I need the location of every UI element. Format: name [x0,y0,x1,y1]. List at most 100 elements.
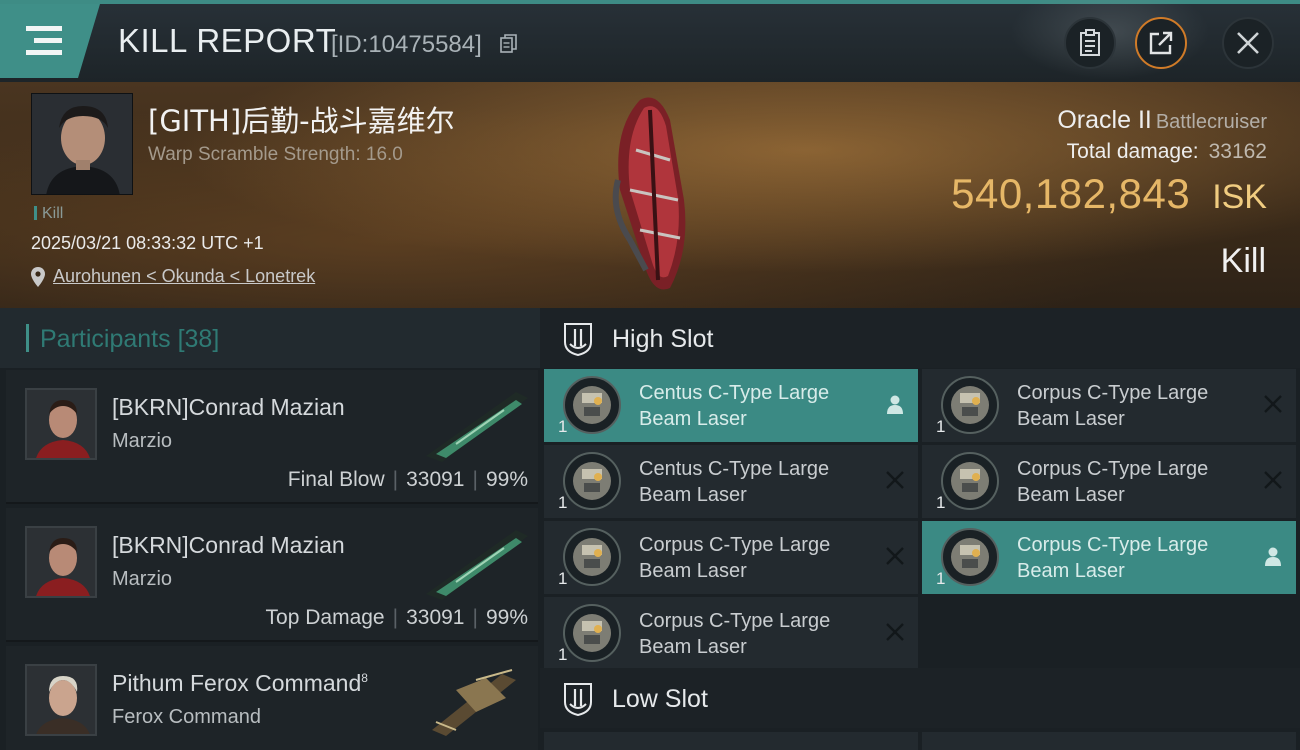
participants-header: Participants [38] [0,308,540,368]
location-text[interactable]: Aurohunen < Okunda < Lonetrek [53,266,315,287]
beam-laser-icon [563,452,621,510]
high-slot-header: High Slot [540,308,1300,368]
module-quantity: 1 [558,569,568,588]
location-pin-icon [31,266,45,287]
total-damage-value: 33162 [1208,140,1267,163]
module-name-line2: Beam Laser [1017,484,1125,506]
module-slot-partial[interactable] [922,732,1296,750]
module-name-line1: Corpus C-Type Large [1017,458,1209,480]
victim-portrait[interactable] [31,93,133,195]
header-bar: KILL REPORT [ID:10475584] [0,0,1300,82]
module-quantity: 1 [558,645,568,664]
module-name: Corpus C-Type Large Beam Laser [1017,380,1247,432]
module-quantity: 1 [936,417,946,436]
pilot-icon[interactable] [884,393,906,415]
total-damage: Total damage: 33162 [1067,140,1267,164]
beam-laser-icon [563,376,621,434]
isk-unit: ISK [1212,178,1267,216]
module-slot-partial[interactable] [544,732,918,750]
clipboard-button[interactable] [1064,17,1116,69]
menu-button[interactable] [0,4,100,78]
pilot-portrait-icon [27,528,95,596]
module-name-line2: Beam Laser [639,484,747,506]
participant-role: Final Blow [287,468,385,491]
module-slot[interactable]: 1 Corpus C-Type Large Beam Laser [922,369,1296,442]
participant-row[interactable]: [BKRN]Conrad Mazian Marzio Final Blow | 33… [6,370,538,504]
close-icon[interactable] [884,469,906,491]
kill-status: Kill [1220,242,1266,280]
module-name-line1: Centus C-Type Large [639,458,830,480]
close-icon[interactable] [1262,393,1284,415]
participant-avatar [25,388,97,460]
module-name-line1: Corpus C-Type Large [639,534,831,556]
module-name: Corpus C-Type Large Beam Laser [639,608,869,660]
beam-laser-icon [563,528,621,586]
close-button[interactable] [1222,17,1274,69]
participant-role: Top Damage [265,606,385,629]
participant-damage: 33091 [406,468,465,491]
victim-name[interactable]: [GITH]后勤-战斗嘉维尔 [148,98,455,140]
module-name: Centus C-Type Large Beam Laser [639,456,869,508]
participant-row[interactable]: Pithum Ferox Command8 Ferox Command [6,646,538,750]
pilot-portrait-icon [32,94,132,194]
low-slot-header: Low Slot [540,668,1300,728]
beam-laser-icon [941,528,999,586]
close-icon [1237,32,1259,54]
low-slot-icon [564,683,592,716]
copy-icon[interactable] [500,34,518,54]
participants-count: [38] [177,325,220,353]
hamburger-menu-icon [26,26,62,56]
beam-laser-icon [941,452,999,510]
isk-loss: 540,182,843 ISK [951,170,1267,218]
victim-summary: [GITH]后勤-战斗嘉维尔 Warp Scramble Strength: 1… [0,82,1300,308]
victim-ship-image [612,97,686,290]
module-name: Centus C-Type Large Beam Laser [639,380,869,432]
module-name-line1: Corpus C-Type Large [1017,382,1209,404]
participant-stats: Top Damage | 33091 | 99% [265,606,528,629]
module-quantity: 1 [936,569,946,588]
participants-label: Participants [40,325,171,353]
share-icon [1149,31,1173,55]
participants-accent-bar [26,324,29,352]
close-icon[interactable] [1262,469,1284,491]
module-slot[interactable]: 1 Centus C-Type Large Beam Laser [544,445,918,518]
participants-title: Participants [38] [40,325,219,354]
participant-name[interactable]: [BKRN]Conrad Mazian [112,532,345,559]
isk-value: 540,182,843 [951,170,1191,217]
module-name-line2: Beam Laser [1017,408,1125,430]
module-quantity: 1 [936,493,946,512]
fitting-panel: High Slot 1 Centus C-Type Large Beam Lase… [540,308,1300,750]
participant-name-text: Pithum Ferox Command [112,670,362,696]
participant-avatar [25,526,97,598]
clipboard-icon [1080,29,1100,56]
module-slot[interactable]: 1 Corpus C-Type Large Beam Laser [922,445,1296,518]
ship-name: Oracle II [1057,106,1152,134]
module-slot[interactable]: 1 Corpus C-Type Large Beam Laser [922,521,1296,594]
module-name-line2: Beam Laser [1017,560,1125,582]
kill-location[interactable]: Aurohunen < Okunda < Lonetrek [31,266,315,287]
module-slot[interactable]: 1 Centus C-Type Large Beam Laser [544,369,918,442]
module-quantity: 1 [558,417,568,436]
module-name: Corpus C-Type Large Beam Laser [1017,456,1247,508]
share-button[interactable] [1135,17,1187,69]
participant-ship: Marzio [112,430,173,452]
victim-ship[interactable]: Oracle II Battlecruiser [1057,106,1267,135]
module-name: Corpus C-Type Large Beam Laser [1017,532,1247,584]
high-slot-icon [564,323,592,356]
participant-name[interactable]: Pithum Ferox Command8 [112,670,368,697]
participant-percent: 99% [485,468,528,491]
module-name: Corpus C-Type Large Beam Laser [639,532,869,584]
participant-ship-image [426,392,528,462]
module-slot[interactable]: 1 Corpus C-Type Large Beam Laser [544,521,918,594]
close-icon[interactable] [884,545,906,567]
kill-datetime: 2025/03/21 08:33:32 UTC +1 [31,233,264,253]
participant-damage: 33091 [406,606,465,629]
module-name-line1: Corpus C-Type Large [1017,534,1209,556]
kill-report-id: [ID:10475584] [331,31,482,58]
participant-row[interactable]: [BKRN]Conrad Mazian Marzio Top Damage | 33… [6,508,538,642]
total-damage-label: Total damage: [1066,140,1199,163]
module-slot[interactable]: 1 Corpus C-Type Large Beam Laser [544,597,918,670]
close-icon[interactable] [884,621,906,643]
participant-name[interactable]: [BKRN]Conrad Mazian [112,394,345,421]
pilot-icon[interactable] [1262,545,1284,567]
